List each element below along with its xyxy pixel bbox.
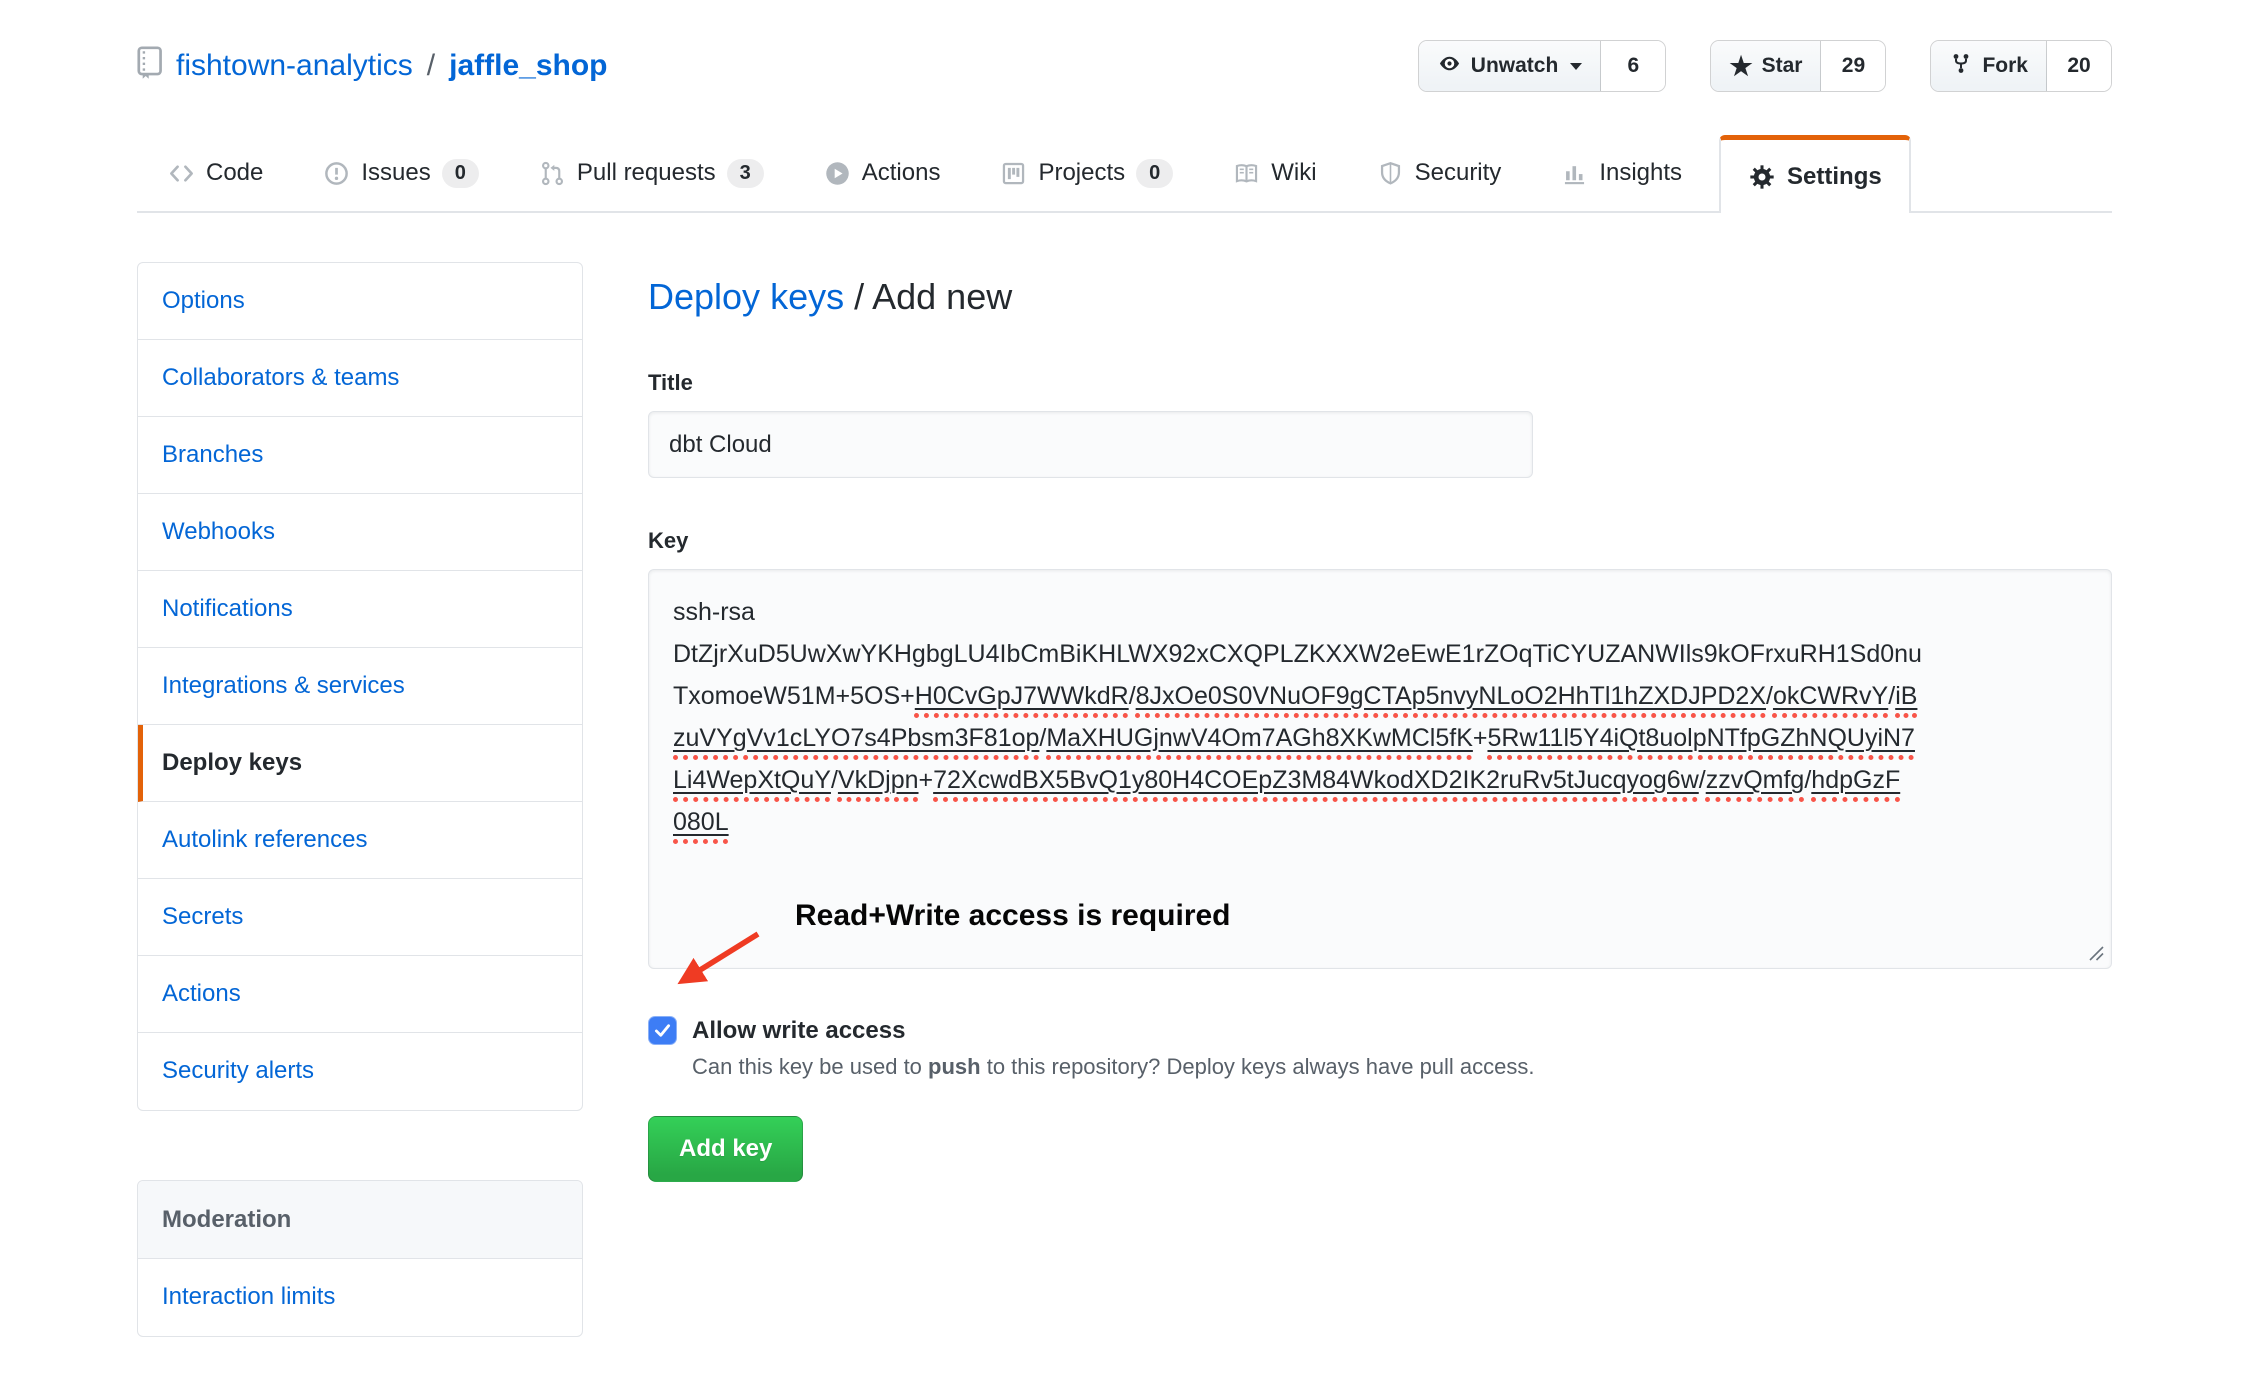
- sidebar-item-webhooks[interactable]: Webhooks: [138, 494, 582, 571]
- sidebar-item-collaborators-teams[interactable]: Collaborators & teams: [138, 340, 582, 417]
- breadcrumb-separator: /: [844, 276, 872, 317]
- forks-count[interactable]: 20: [2047, 41, 2111, 91]
- moderation-header: Moderation: [138, 1181, 582, 1259]
- tab-actions-label: Actions: [862, 159, 941, 187]
- description-before: Can this key be used to: [692, 1054, 928, 1079]
- stars-count[interactable]: 29: [1821, 41, 1885, 91]
- caret-down-icon: [1570, 63, 1582, 70]
- eye-icon: [1437, 51, 1462, 82]
- sidebar-item-branches[interactable]: Branches: [138, 417, 582, 494]
- repo-title: fishtown-analytics / jaffle_shop: [137, 46, 607, 87]
- sidebar-item-notifications[interactable]: Notifications: [138, 571, 582, 648]
- repo-name-link[interactable]: jaffle_shop: [449, 49, 607, 83]
- graph-icon: [1561, 160, 1588, 187]
- star-icon: ★: [1729, 53, 1752, 79]
- issues-counter: 0: [442, 159, 479, 188]
- repo-book-icon: [137, 46, 164, 87]
- fork-button[interactable]: Fork: [1931, 41, 2047, 91]
- shield-icon: [1377, 160, 1404, 187]
- tab-code[interactable]: Code: [145, 135, 286, 211]
- deploy-keys-breadcrumb-link[interactable]: Deploy keys: [648, 276, 844, 317]
- tab-actions[interactable]: Actions: [801, 135, 964, 211]
- pull-request-icon: [539, 160, 566, 187]
- project-icon: [1000, 160, 1027, 187]
- star-label: Star: [1762, 54, 1803, 78]
- allow-write-access-checkbox[interactable]: [648, 1016, 677, 1045]
- play-icon: [824, 160, 851, 187]
- repo-tabnav: Code Issues 0 Pull requests 3 Actions: [137, 135, 2112, 213]
- tab-pull-requests-label: Pull requests: [577, 159, 716, 187]
- tab-insights-label: Insights: [1599, 159, 1682, 187]
- fork-group: Fork 20: [1930, 40, 2112, 92]
- sidebar-item-integrations-services[interactable]: Integrations & services: [138, 648, 582, 725]
- unwatch-button[interactable]: Unwatch: [1419, 41, 1602, 91]
- allow-write-access-description: Can this key be used to push to this rep…: [692, 1054, 2112, 1080]
- tab-wiki-label: Wiki: [1271, 159, 1316, 187]
- fork-label: Fork: [1982, 54, 2028, 78]
- tab-issues[interactable]: Issues 0: [300, 135, 502, 211]
- annotation-text: Read+Write access is required: [795, 899, 1231, 933]
- tab-issues-label: Issues: [361, 159, 430, 187]
- issue-opened-icon: [323, 160, 350, 187]
- settings-sidebar: Options Collaborators & teams Branches W…: [137, 262, 583, 1337]
- description-after: to this repository? Deploy keys always h…: [981, 1054, 1535, 1079]
- key-field-wrap: ssh-rsaDtZjrXuD5UwXwYKHgbgLU4IbCmBiKHLWX…: [648, 569, 2112, 969]
- tab-security-label: Security: [1415, 159, 1502, 187]
- tab-settings[interactable]: Settings: [1719, 135, 1911, 213]
- sidebar-item-autolink-references[interactable]: Autolink references: [138, 802, 582, 879]
- key-label: Key: [648, 528, 2112, 554]
- star-group: ★ Star 29: [1710, 40, 1886, 92]
- tab-settings-label: Settings: [1787, 163, 1882, 191]
- tab-security[interactable]: Security: [1354, 135, 1525, 211]
- moderation-menu: Moderation Interaction limits: [137, 1180, 583, 1337]
- tab-insights[interactable]: Insights: [1538, 135, 1705, 211]
- watch-group: Unwatch 6: [1418, 40, 1667, 92]
- fork-icon: [1949, 51, 1973, 82]
- projects-counter: 0: [1136, 159, 1173, 188]
- sidebar-item-security-alerts[interactable]: Security alerts: [138, 1033, 582, 1110]
- title-input[interactable]: [648, 411, 1533, 478]
- unwatch-label: Unwatch: [1471, 54, 1559, 78]
- repo-social-actions: Unwatch 6 ★ Star 29: [1418, 40, 2112, 92]
- repo-header: fishtown-analytics / jaffle_shop Unwatch: [137, 33, 2112, 99]
- tab-code-label: Code: [206, 159, 263, 187]
- tab-pull-requests[interactable]: Pull requests 3: [516, 135, 787, 211]
- breadcrumb-current: Add new: [872, 276, 1012, 317]
- sidebar-item-secrets[interactable]: Secrets: [138, 879, 582, 956]
- sidebar-item-interaction-limits[interactable]: Interaction limits: [138, 1259, 582, 1336]
- watchers-count[interactable]: 6: [1601, 41, 1665, 91]
- add-key-button[interactable]: Add key: [648, 1116, 803, 1182]
- sidebar-item-deploy-keys[interactable]: Deploy keys: [138, 725, 582, 802]
- gear-icon: [1748, 163, 1776, 191]
- code-icon: [168, 160, 195, 187]
- resize-grip-icon[interactable]: [2088, 945, 2105, 962]
- sidebar-item-actions[interactable]: Actions: [138, 956, 582, 1033]
- repo-separator: /: [425, 49, 437, 83]
- sidebar-item-options[interactable]: Options: [138, 263, 582, 340]
- pull-requests-counter: 3: [727, 159, 764, 188]
- title-label: Title: [648, 370, 2112, 396]
- allow-write-access-row: Allow write access: [648, 1016, 2112, 1045]
- tab-wiki[interactable]: Wiki: [1210, 135, 1339, 211]
- settings-menu: Options Collaborators & teams Branches W…: [137, 262, 583, 1111]
- repo-owner-link[interactable]: fishtown-analytics: [176, 49, 413, 83]
- star-button[interactable]: ★ Star: [1711, 41, 1821, 91]
- page-title: Deploy keys / Add new: [648, 276, 2112, 318]
- description-push: push: [928, 1054, 981, 1079]
- deploy-key-form: Deploy keys / Add new Title Key ssh-rsaD…: [648, 262, 2112, 1337]
- tab-projects[interactable]: Projects 0: [977, 135, 1196, 211]
- tab-projects-label: Projects: [1038, 159, 1125, 187]
- wiki-book-icon: [1233, 160, 1260, 187]
- allow-write-access-label[interactable]: Allow write access: [692, 1017, 905, 1045]
